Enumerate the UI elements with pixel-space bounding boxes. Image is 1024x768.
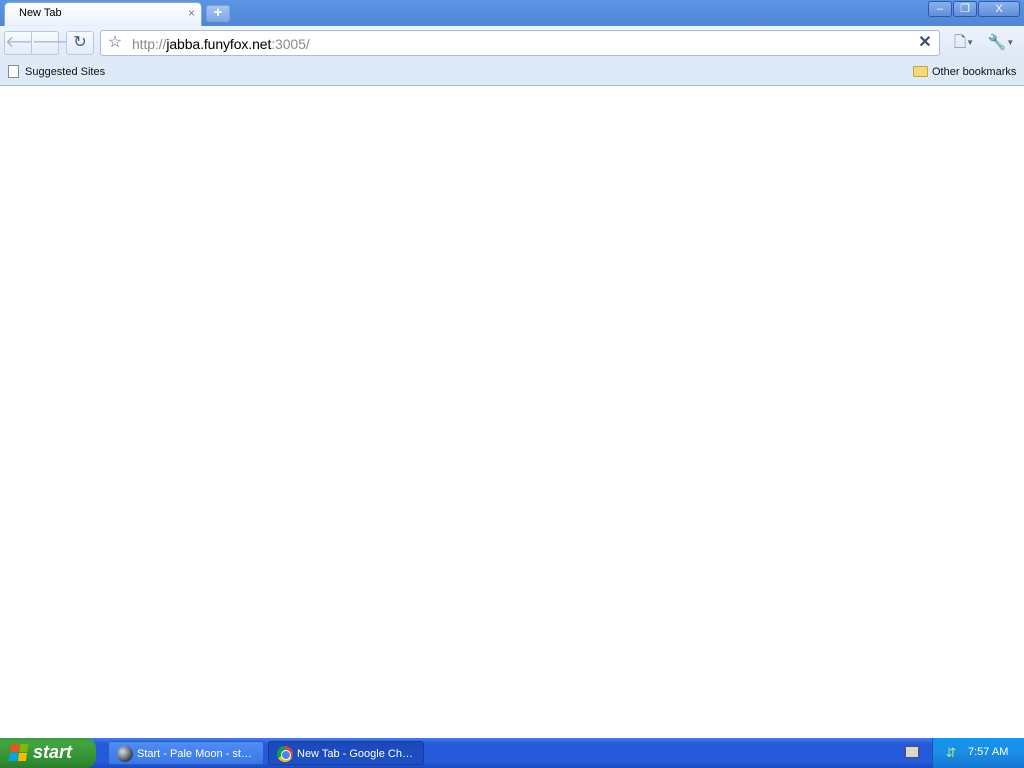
chrome-icon xyxy=(277,746,293,762)
chevron-down-icon: ▼ xyxy=(1006,38,1015,48)
taskbar-item-pale-moon[interactable]: Start - Pale Moon - st… xyxy=(108,741,264,765)
page-content[interactable] xyxy=(0,87,1024,738)
start-label: start xyxy=(33,742,73,762)
taskbar: start Start - Pale Moon - st… New Tab - … xyxy=(0,738,1024,768)
maximize-button[interactable]: ❐ xyxy=(953,1,977,17)
title-bar: New Tab × + ‒ ❐ X xyxy=(0,0,1024,26)
tools-menu-button[interactable]: 🔧▼ xyxy=(985,31,1017,55)
url-text[interactable]: http://jabba.funyfox.net:3005/ xyxy=(132,36,310,52)
url-scheme: http:// xyxy=(132,36,167,52)
page-icon: 🗋 xyxy=(954,34,967,51)
url-host: jabba.funyfox.net xyxy=(166,36,272,52)
page-menu-button[interactable]: 🗋▼ xyxy=(948,31,980,55)
pale-moon-icon xyxy=(117,746,133,762)
clock[interactable]: 7:57 AM xyxy=(968,746,1008,758)
start-button[interactable]: start xyxy=(0,738,96,768)
star-icon[interactable]: ☆ xyxy=(105,33,125,53)
folder-icon xyxy=(913,66,928,77)
navigation-toolbar: 🡐 🡒 ↻ ☆ http://jabba.funyfox.net:3005/ ✕… xyxy=(0,26,1024,61)
tab-new-tab[interactable]: New Tab × xyxy=(4,2,202,26)
bookmarks-bar: Suggested Sites Other bookmarks xyxy=(0,61,1024,86)
chevron-down-icon: ▼ xyxy=(966,38,974,48)
new-tab-button[interactable]: + xyxy=(206,5,230,22)
forward-button[interactable]: 🡒 xyxy=(31,31,75,55)
other-bookmarks[interactable]: Other bookmarks xyxy=(913,65,1016,79)
minimize-button[interactable]: ‒ xyxy=(928,1,952,17)
tab-close-icon[interactable]: × xyxy=(188,6,195,20)
taskbar-item-label: Start - Pale Moon - st… xyxy=(137,748,252,760)
close-window-button[interactable]: X xyxy=(978,1,1020,17)
bookmark-label: Suggested Sites xyxy=(25,66,106,78)
address-bar[interactable]: ☆ http://jabba.funyfox.net:3005/ ✕ xyxy=(100,30,940,56)
taskbar-item-chrome[interactable]: New Tab - Google Ch… xyxy=(268,741,424,765)
url-port-path: :3005/ xyxy=(271,36,310,52)
reload-button[interactable]: ↻ xyxy=(66,31,94,55)
browser-window: New Tab × + ‒ ❐ X 🡐 🡒 ↻ ☆ http://jabba.f… xyxy=(0,0,1024,738)
system-tray: ⇵ 7:57 AM xyxy=(932,738,1024,768)
back-button[interactable]: 🡐 xyxy=(4,31,48,55)
taskbar-item-label: New Tab - Google Ch… xyxy=(297,748,413,760)
tab-title: New Tab xyxy=(19,7,62,19)
other-bookmarks-label: Other bookmarks xyxy=(932,66,1017,78)
reload-icon: ↻ xyxy=(73,34,87,51)
windows-logo-icon xyxy=(8,744,30,762)
wrench-icon: 🔧 xyxy=(987,34,1007,51)
network-icon[interactable]: ⇵ xyxy=(943,745,959,761)
bookmark-suggested-sites[interactable]: Suggested Sites xyxy=(8,65,105,79)
page-icon xyxy=(8,65,19,78)
keyboard-icon[interactable] xyxy=(905,746,919,758)
stop-icon[interactable]: ✕ xyxy=(915,33,935,53)
